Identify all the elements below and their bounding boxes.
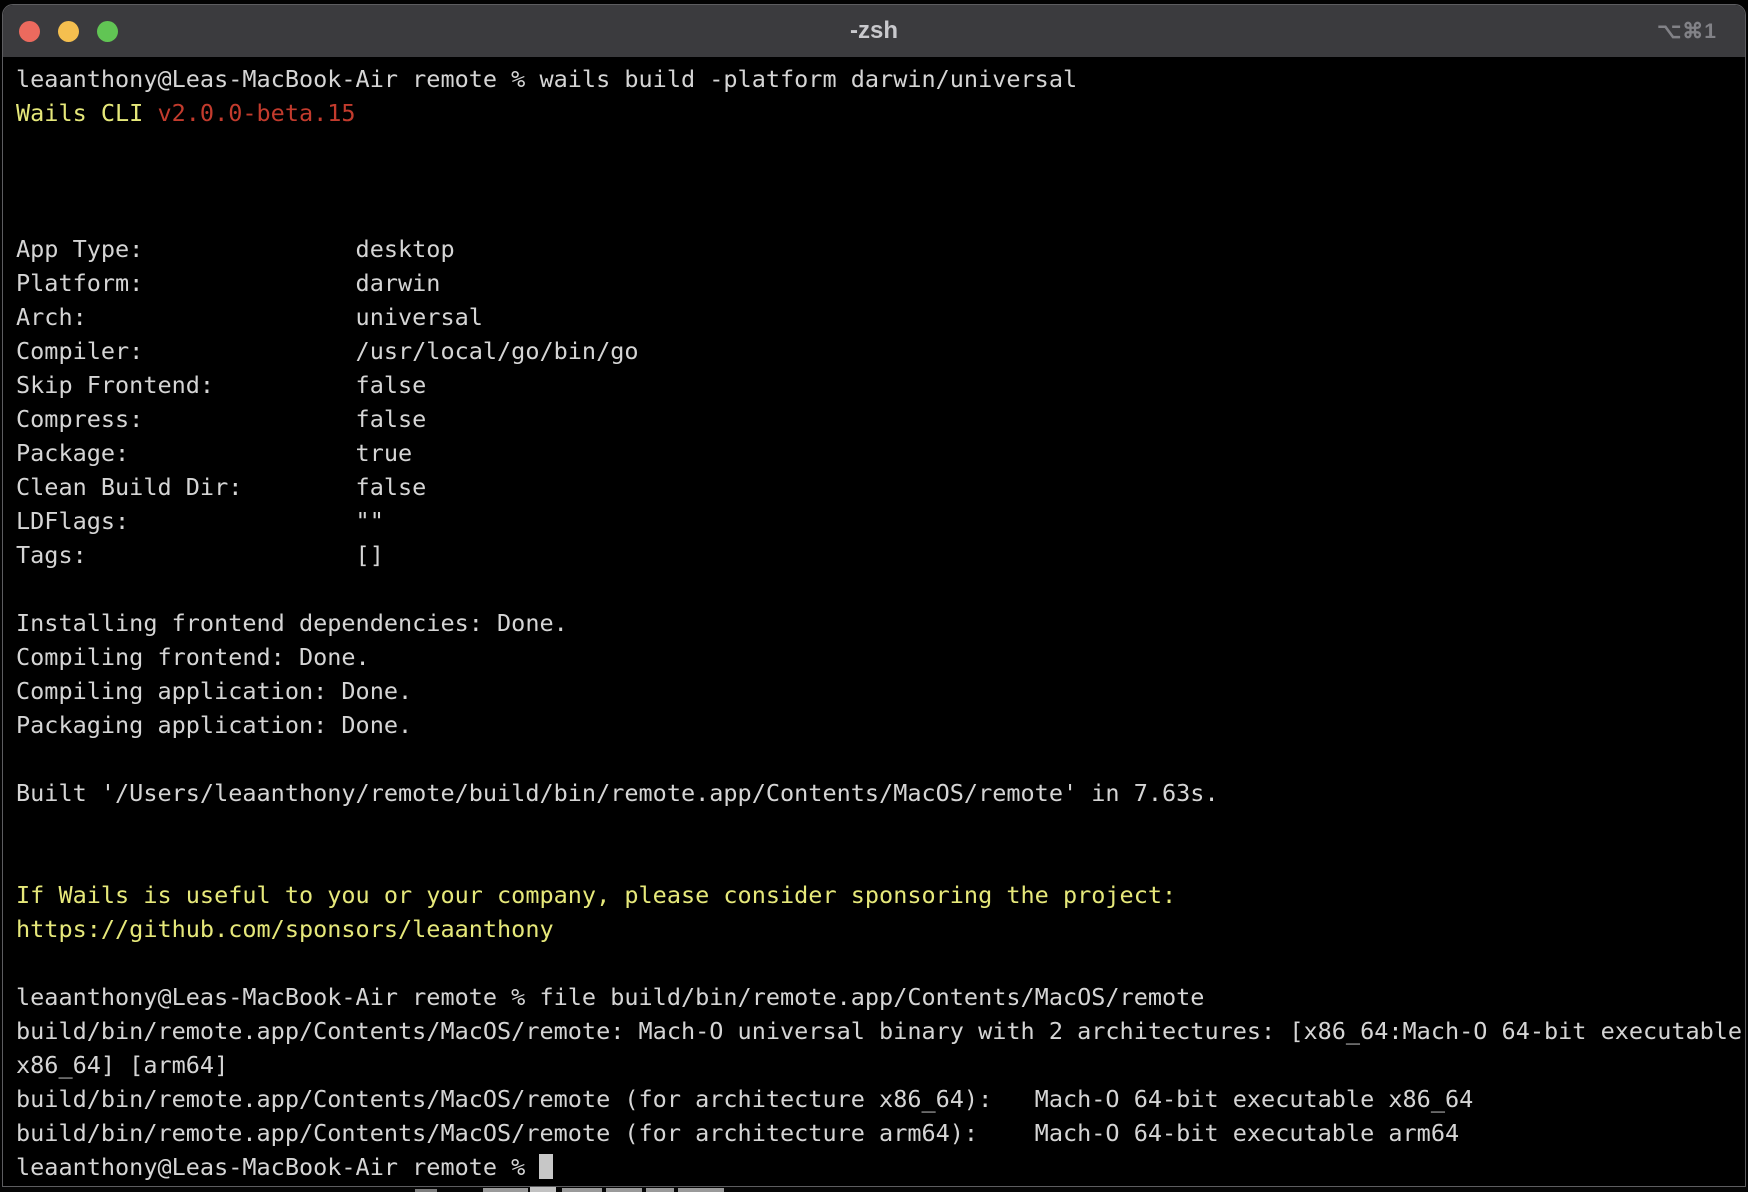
- terminal-text: Tags: []: [16, 541, 384, 569]
- terminal-text: Skip Frontend: false: [16, 371, 426, 399]
- terminal-line: https://github.com/sponsors/leaanthony: [16, 912, 1745, 946]
- desktop-background: -zsh ⌥⌘1 leaanthony@Leas-MacBook-Air rem…: [0, 0, 1748, 1192]
- terminal-line: Compress: false: [16, 402, 1745, 436]
- terminal-text: build/bin/remote.app/Contents/MacOS/remo…: [16, 1119, 1459, 1147]
- terminal-line: LDFlags: "": [16, 504, 1745, 538]
- terminal-line: Wails CLI v2.0.0-beta.15: [16, 96, 1745, 130]
- terminal-text: Built '/Users/leaanthony/remote/build/bi…: [16, 779, 1219, 807]
- terminal-line: [16, 572, 1745, 606]
- terminal-line: If Wails is useful to you or your compan…: [16, 878, 1745, 912]
- terminal-line: [16, 844, 1745, 878]
- terminal-text: Package: true: [16, 439, 412, 467]
- terminal-text: leaanthony@Leas-MacBook-Air remote %: [16, 1153, 539, 1181]
- terminal-text: If Wails is useful to you or your compan…: [16, 881, 1176, 909]
- terminal-text: Wails CLI: [16, 99, 157, 127]
- terminal-line: Package: true: [16, 436, 1745, 470]
- terminal-line: leaanthony@Leas-MacBook-Air remote % wai…: [16, 62, 1745, 96]
- terminal-line: App Type: desktop: [16, 232, 1745, 266]
- window-titlebar[interactable]: -zsh ⌥⌘1: [3, 5, 1745, 57]
- terminal-text: Compiler: /usr/local/go/bin/go: [16, 337, 639, 365]
- terminal-window: -zsh ⌥⌘1 leaanthony@Leas-MacBook-Air rem…: [2, 4, 1746, 1187]
- terminal-text: x86_64] [arm64]: [16, 1051, 228, 1079]
- terminal-text: Installing frontend dependencies: Done.: [16, 609, 568, 637]
- terminal-text: Compiling frontend: Done.: [16, 643, 370, 671]
- terminal-line: Packaging application: Done.: [16, 708, 1745, 742]
- occluded-window-fragment: [483, 1188, 528, 1192]
- terminal-line: Skip Frontend: false: [16, 368, 1745, 402]
- terminal-text: leaanthony@Leas-MacBook-Air remote % fil…: [16, 983, 1204, 1011]
- terminal-text: Compress: false: [16, 405, 426, 433]
- minimize-button[interactable]: [58, 21, 79, 42]
- occluded-window-fragment: [562, 1188, 602, 1192]
- terminal-line: Platform: darwin: [16, 266, 1745, 300]
- terminal-line: [16, 130, 1745, 164]
- terminal-line: Compiler: /usr/local/go/bin/go: [16, 334, 1745, 368]
- terminal-text: Clean Build Dir: false: [16, 473, 426, 501]
- terminal-text: LDFlags: "": [16, 507, 384, 535]
- terminal-line: build/bin/remote.app/Contents/MacOS/remo…: [16, 1116, 1745, 1150]
- window-controls: [19, 5, 118, 57]
- terminal-line: [16, 742, 1745, 776]
- terminal-line: Installing frontend dependencies: Done.: [16, 606, 1745, 640]
- terminal-text: leaanthony@Leas-MacBook-Air remote % wai…: [16, 65, 1077, 93]
- window-title: -zsh: [3, 5, 1745, 57]
- terminal-text: build/bin/remote.app/Contents/MacOS/remo…: [16, 1017, 1742, 1045]
- terminal-line: x86_64] [arm64]: [16, 1048, 1745, 1082]
- occluded-window-strip: [0, 1187, 1748, 1192]
- terminal-screen[interactable]: leaanthony@Leas-MacBook-Air remote % wai…: [3, 57, 1745, 1186]
- terminal-line: Clean Build Dir: false: [16, 470, 1745, 504]
- terminal-line: [16, 946, 1745, 980]
- terminal-line: Compiling frontend: Done.: [16, 640, 1745, 674]
- terminal-line: leaanthony@Leas-MacBook-Air remote % fil…: [16, 980, 1745, 1014]
- occluded-window-fragment: [678, 1188, 724, 1192]
- window-shortcut-badge: ⌥⌘1: [1657, 5, 1717, 57]
- terminal-text: Platform: darwin: [16, 269, 440, 297]
- terminal-line: [16, 164, 1745, 198]
- terminal-text: Arch: universal: [16, 303, 483, 331]
- occluded-window-fragment: [606, 1188, 642, 1192]
- terminal-line: build/bin/remote.app/Contents/MacOS/remo…: [16, 1082, 1745, 1116]
- terminal-text: build/bin/remote.app/Contents/MacOS/remo…: [16, 1085, 1473, 1113]
- terminal-line: Arch: universal: [16, 300, 1745, 334]
- terminal-text: App Type: desktop: [16, 235, 455, 263]
- terminal-line: [16, 198, 1745, 232]
- terminal-line: Tags: []: [16, 538, 1745, 572]
- terminal-text: v2.0.0-beta.15: [157, 99, 355, 127]
- terminal-text: Compiling application: Done.: [16, 677, 412, 705]
- text-cursor: [539, 1154, 553, 1179]
- terminal-text: https://github.com/sponsors/leaanthony: [16, 915, 554, 943]
- terminal-line: Compiling application: Done.: [16, 674, 1745, 708]
- close-button[interactable]: [19, 21, 40, 42]
- terminal-line: leaanthony@Leas-MacBook-Air remote %: [16, 1150, 1745, 1184]
- terminal-line: build/bin/remote.app/Contents/MacOS/remo…: [16, 1014, 1745, 1048]
- terminal-text: Packaging application: Done.: [16, 711, 412, 739]
- zoom-button[interactable]: [97, 21, 118, 42]
- occluded-window-fragment: [646, 1188, 674, 1192]
- occluded-window-fragment: [530, 1187, 556, 1192]
- terminal-line: Built '/Users/leaanthony/remote/build/bi…: [16, 776, 1745, 810]
- terminal-line: [16, 810, 1745, 844]
